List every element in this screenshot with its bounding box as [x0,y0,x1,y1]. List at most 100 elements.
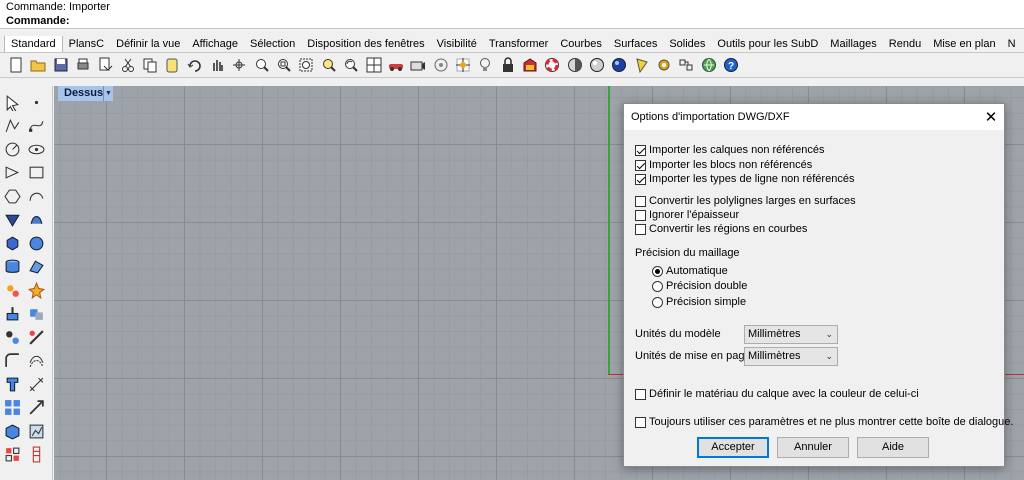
viewport-name[interactable]: Dessus [58,86,103,101]
rendered-sphere-icon[interactable] [587,55,607,75]
checkbox-ignore-thickness[interactable]: Ignorer l'épaisseur [635,208,739,222]
close-icon[interactable]: ✕ [982,108,1000,126]
checkbox-box[interactable] [635,144,646,156]
color-wheel-icon[interactable] [542,55,562,75]
chevron-down-icon[interactable]: ▼ [103,86,113,101]
tab-outils-subd[interactable]: Outils pour les SubD [711,36,824,52]
curve-icon[interactable] [26,116,46,136]
offset-icon[interactable] [26,351,46,371]
viewport-title-tab[interactable]: Dessus ▼ [58,86,113,101]
radio-automatique[interactable]: Automatique [652,264,728,278]
new-file-icon[interactable] [6,55,26,75]
checkbox-import-layers[interactable]: Importer les calques non référencés [635,143,824,157]
transform-icon[interactable] [26,398,46,418]
tab-mise-en-plan[interactable]: Mise en plan [927,36,1001,52]
print-icon[interactable] [73,55,93,75]
radio-button[interactable] [652,280,663,292]
tab-courbes[interactable]: Courbes [554,36,608,52]
checkbox-convert-polylines[interactable]: Convertir les polylignes larges en surfa… [635,194,856,208]
tab-rendu[interactable]: Rendu [883,36,927,52]
checkbox-layer-material[interactable]: Définir le matériau du calque avec la co… [635,387,919,401]
material-icon[interactable] [520,55,540,75]
shaded-sphere-icon[interactable] [565,55,585,75]
save-icon[interactable] [51,55,71,75]
tab-transformer[interactable]: Transformer [483,36,555,52]
rectangle-icon[interactable] [26,163,46,183]
object-properties-icon[interactable] [431,55,451,75]
help-icon[interactable]: ? [721,55,741,75]
fillet-icon[interactable] [2,351,22,371]
checkbox-box[interactable] [635,173,646,185]
paste-icon[interactable] [162,55,182,75]
ellipse-icon[interactable] [26,139,46,159]
environment-sphere-icon[interactable] [609,55,629,75]
cut-icon[interactable] [118,55,138,75]
checkbox-convert-regions[interactable]: Convertir les régions en courbes [635,222,807,236]
spotlight-icon[interactable] [632,55,652,75]
checkbox-import-linetypes[interactable]: Importer les types de ligne non référenc… [635,172,854,186]
mesh-icon[interactable] [26,257,46,277]
checkbox-box[interactable] [635,223,646,235]
group-icon[interactable] [2,327,22,347]
undo-view-icon[interactable] [341,55,361,75]
tab-solides[interactable]: Solides [663,36,711,52]
trim-icon[interactable] [26,327,46,347]
select-arrow-icon[interactable] [2,92,22,112]
light-bulb-icon[interactable] [475,55,495,75]
tab-definir-la-vue[interactable]: Définir la vue [110,36,186,52]
radio-precision-double[interactable]: Précision double [652,279,747,293]
cancel-button[interactable]: Annuler [777,437,849,458]
radio-button[interactable] [652,265,663,277]
cylinder-solid-icon[interactable] [2,257,22,277]
checkbox-box[interactable] [635,416,646,428]
block-icon[interactable] [2,421,22,441]
extrude-icon[interactable] [2,304,22,324]
import-icon[interactable] [95,55,115,75]
accept-button[interactable]: Accepter [697,437,769,458]
annotation-icon[interactable] [26,445,46,465]
hexagon-icon[interactable] [2,186,22,206]
checkbox-box[interactable] [635,388,646,400]
arc-icon[interactable] [26,186,46,206]
undo-icon[interactable] [185,55,205,75]
checkbox-box[interactable] [635,195,646,207]
help-button[interactable]: Aide [857,437,929,458]
zoom-window-icon[interactable] [274,55,294,75]
gear-options-icon[interactable] [654,55,674,75]
lock-icon[interactable] [498,55,518,75]
tab-disposition-des-fenetres[interactable]: Disposition des fenêtres [301,36,430,52]
checkbox-box[interactable] [635,209,646,221]
page-units-select[interactable]: Millimètres ⌄ [744,347,838,366]
globe-icon[interactable] [699,55,719,75]
text-icon[interactable] [2,374,22,394]
checkbox-import-blocks[interactable]: Importer les blocs non référencés [635,158,812,172]
array-icon[interactable] [2,398,22,418]
pan-hand-icon[interactable] [207,55,227,75]
boolean-icon[interactable] [26,304,46,324]
tab-affichage[interactable]: Affichage [186,36,244,52]
explode-icon[interactable] [2,280,22,300]
command-prompt[interactable]: Commande: [0,14,1024,29]
tab-visibilite[interactable]: Visibilité [431,36,483,52]
tab-surfaces[interactable]: Surfaces [608,36,663,52]
camera-icon[interactable] [408,55,428,75]
copy-icon[interactable] [140,55,160,75]
tab-plansc[interactable]: PlansC [63,36,110,52]
surface-from-curves-icon[interactable] [2,210,22,230]
point-icon[interactable] [26,92,46,112]
tab-maillages[interactable]: Maillages [824,36,882,52]
zoom-dynamic-icon[interactable] [252,55,272,75]
checkbox-box[interactable] [635,159,646,171]
radio-button[interactable] [652,296,663,308]
sphere-solid-icon[interactable] [26,233,46,253]
radio-precision-simple[interactable]: Précision simple [652,295,746,309]
dimension-icon[interactable] [26,374,46,394]
box-solid-icon[interactable] [2,233,22,253]
tab-standard[interactable]: Standard [4,36,63,52]
rotate-view-icon[interactable] [229,55,249,75]
analysis-icon[interactable] [26,421,46,441]
zoom-selected-icon[interactable] [319,55,339,75]
check-objects-icon[interactable] [676,55,696,75]
burst-icon[interactable] [26,280,46,300]
model-units-select[interactable]: Millimètres ⌄ [744,325,838,344]
